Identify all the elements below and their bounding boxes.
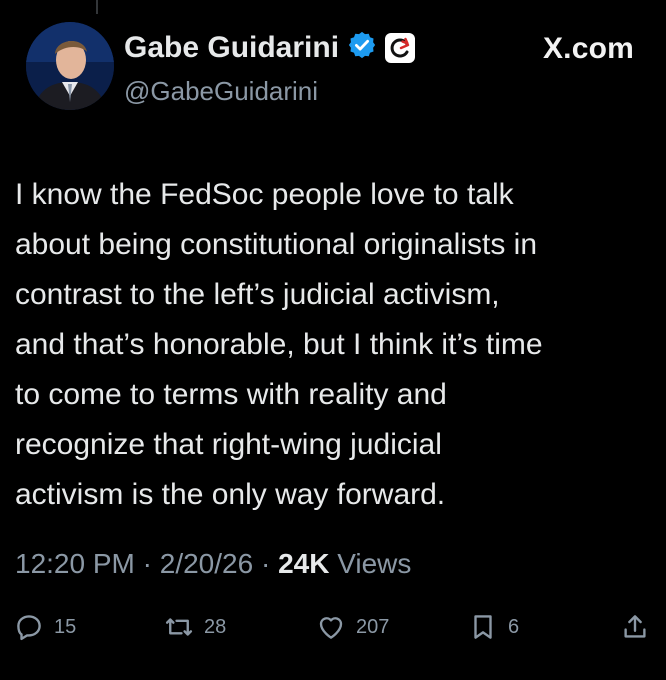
tweet-text: I know the FedSoc people love to talk ab… [15,170,655,520]
like-count: 207 [356,615,390,638]
share-icon [624,615,646,638]
bookmark-count: 6 [508,615,520,638]
reply-count: 15 [54,615,77,638]
tweet-date[interactable]: 2/20/26 [160,548,253,579]
display-name[interactable]: Gabe Guidarini [124,31,339,65]
tweet-line: contrast to the left’s judicial activism… [15,278,500,311]
tweet-line: activism is the only way forward. [15,478,446,511]
affiliation-badge-icon[interactable] [385,32,416,63]
tweet-line: I know the FedSoc people love to talk [15,178,514,211]
share-button[interactable] [620,612,650,642]
thread-line [96,0,98,14]
tweet-meta: 12:20 PM · 2/20/26 · 24K Views [15,548,411,580]
name-row: Gabe Guidarini [124,30,416,65]
tweet-time[interactable]: 12:20 PM [15,548,135,579]
tweet-line: and that’s honorable, but I think it’s t… [15,328,543,361]
meta-separator: · [134,548,160,579]
tweet-line: recognize that right-wing judicial [15,428,442,461]
like-button[interactable]: 207 [316,612,389,642]
views-count: 24K [278,548,330,579]
tweet-line: to come to terms with reality and [15,378,447,411]
reply-button[interactable]: 15 [14,612,76,642]
repost-icon [165,618,193,636]
verified-badge-icon [347,30,377,65]
repost-button[interactable]: 28 [164,612,226,642]
site-label: X.com [542,32,634,65]
reply-icon [17,615,41,641]
repost-count: 28 [204,615,227,638]
like-icon [319,617,343,639]
tweet-line: about being constitutional originalists … [15,228,537,261]
views-label: Views [329,548,412,579]
bookmark-button[interactable]: 6 [468,612,519,642]
action-bar: 15 28 207 6 [0,612,666,656]
meta-separator: · [253,548,279,579]
avatar[interactable] [26,22,114,110]
bookmark-icon [474,615,492,639]
handle[interactable]: @GabeGuidarini [124,76,318,107]
